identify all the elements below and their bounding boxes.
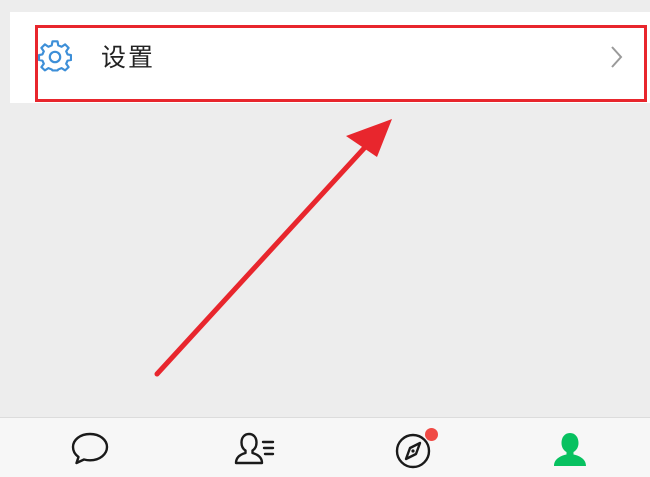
bottom-tab-bar bbox=[0, 417, 650, 477]
top-background-strip bbox=[0, 0, 650, 12]
tab-me[interactable] bbox=[529, 418, 609, 477]
contacts-icon bbox=[234, 432, 275, 465]
highlight-box bbox=[35, 25, 647, 102]
tab-discover[interactable] bbox=[374, 418, 454, 477]
tab-chats[interactable] bbox=[50, 418, 130, 477]
discover-badge-dot bbox=[425, 428, 438, 441]
chat-bubble-icon bbox=[71, 432, 109, 465]
person-icon bbox=[554, 433, 586, 466]
tab-contacts[interactable] bbox=[213, 418, 293, 477]
